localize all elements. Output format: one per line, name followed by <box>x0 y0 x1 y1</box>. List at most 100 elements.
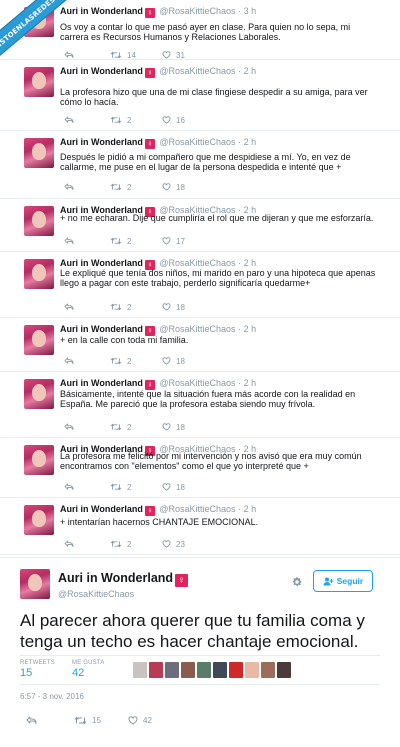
reply-icon <box>64 51 74 59</box>
retweet-button[interactable]: 2 <box>110 183 162 192</box>
avatar[interactable] <box>24 445 54 475</box>
separator-dot: · <box>238 6 242 16</box>
timestamp[interactable]: 2 h <box>244 258 257 268</box>
retweet-button[interactable]: 2 <box>110 237 162 246</box>
like-button[interactable]: 16 <box>162 116 208 125</box>
avatar[interactable] <box>24 259 54 289</box>
separator-dot: · <box>238 324 242 334</box>
display-name[interactable]: Auri in Wonderland <box>60 66 143 76</box>
handle[interactable]: @RosaKittieChaos <box>159 378 235 388</box>
timestamp[interactable]: 2 h <box>244 137 257 147</box>
like-button[interactable]: 23 <box>162 540 208 549</box>
handle[interactable]: @RosaKittieChaos <box>58 589 134 599</box>
reply-button[interactable] <box>64 423 110 431</box>
retweet-icon <box>110 116 122 124</box>
display-name[interactable]: Auri in Wonderland <box>60 378 143 388</box>
avatar[interactable] <box>24 138 54 168</box>
retweet-count: 2 <box>127 482 132 492</box>
reply-button[interactable] <box>64 51 110 59</box>
display-name[interactable]: Auri in Wonderland <box>60 6 143 16</box>
like-button[interactable]: 18 <box>162 357 208 366</box>
thread-tweet[interactable]: Auri in Wonderland ♀ @RosaKittieChaos · 2… <box>0 438 400 498</box>
like-button[interactable]: 42 <box>128 716 152 725</box>
liker-avatar[interactable] <box>213 662 227 678</box>
liker-avatar[interactable] <box>181 662 195 678</box>
liker-avatar[interactable] <box>261 662 275 678</box>
handle[interactable]: @RosaKittieChaos <box>159 66 235 76</box>
display-name[interactable]: Auri in Wonderland <box>60 504 143 514</box>
reply-button[interactable] <box>64 183 110 191</box>
retweet-button[interactable]: 15 <box>74 716 128 725</box>
timestamp[interactable]: 2 h <box>244 504 257 514</box>
avatar[interactable] <box>24 67 54 97</box>
like-button[interactable]: 17 <box>162 237 208 246</box>
avatar[interactable] <box>24 505 54 535</box>
avatar[interactable] <box>20 569 50 599</box>
liker-avatar[interactable] <box>229 662 243 678</box>
tweet-date[interactable]: 6:57 - 3 nov. 2016 <box>20 692 84 701</box>
like-button[interactable]: 18 <box>162 303 208 312</box>
focused-tweet: Auri in Wonderland ♀ @RosaKittieChaos Seg… <box>0 557 400 747</box>
thread-tweet[interactable]: Auri in Wonderland ♀ @RosaKittieChaos · 3… <box>0 0 400 60</box>
handle[interactable]: @RosaKittieChaos <box>159 258 235 268</box>
thread-tweet[interactable]: Auri in Wonderland ♀ @RosaKittieChaos · 2… <box>0 60 400 131</box>
tweet-actions: 2 18 <box>64 481 208 493</box>
avatar[interactable] <box>24 206 54 236</box>
reply-button[interactable] <box>64 303 110 311</box>
thread-tweet[interactable]: Auri in Wonderland ♀ @RosaKittieChaos · 2… <box>0 252 400 318</box>
follow-button[interactable]: Seguir <box>313 570 373 592</box>
timestamp[interactable]: 3 h <box>244 6 257 16</box>
display-name[interactable]: Auri in Wonderland <box>60 324 143 334</box>
avatar[interactable] <box>24 325 54 355</box>
thread-tweet[interactable]: Auri in Wonderland ♀ @RosaKittieChaos · 2… <box>0 131 400 199</box>
retweet-count: 2 <box>127 356 132 366</box>
timestamp[interactable]: 2 h <box>244 324 257 334</box>
timestamp[interactable]: 2 h <box>244 378 257 388</box>
thread-tweet[interactable]: Auri in Wonderland ♀ @RosaKittieChaos · 2… <box>0 318 400 372</box>
retweet-icon <box>110 483 122 491</box>
reply-button[interactable] <box>64 357 110 365</box>
handle[interactable]: @RosaKittieChaos <box>159 6 235 16</box>
tweet-actions: 2 18 <box>64 355 208 367</box>
liker-avatar[interactable] <box>133 662 147 678</box>
like-button[interactable]: 31 <box>162 51 208 60</box>
liker-avatar[interactable] <box>245 662 259 678</box>
retweet-button[interactable]: 2 <box>110 303 162 312</box>
female-sign-badge: ♀ <box>144 139 155 149</box>
like-button[interactable]: 18 <box>162 423 208 432</box>
retweet-button[interactable]: 2 <box>110 423 162 432</box>
retweet-button[interactable]: 2 <box>110 357 162 366</box>
liker-avatar[interactable] <box>197 662 211 678</box>
gear-icon[interactable] <box>291 575 303 593</box>
reply-icon <box>64 237 74 245</box>
retweet-button[interactable]: 2 <box>110 116 162 125</box>
retweets-stat[interactable]: RETWEETS 15 <box>20 660 55 679</box>
liker-avatar[interactable] <box>165 662 179 678</box>
avatar[interactable] <box>24 379 54 409</box>
thread-tweet[interactable]: Auri in Wonderland ♀ @RosaKittieChaos · 2… <box>0 372 400 438</box>
reply-button[interactable] <box>26 716 74 725</box>
reply-button[interactable] <box>64 483 110 491</box>
retweet-button[interactable]: 14 <box>110 51 162 60</box>
retweet-button[interactable]: 2 <box>110 483 162 492</box>
display-name[interactable]: Auri in Wonderland ♀ <box>58 571 189 587</box>
retweet-button[interactable]: 2 <box>110 540 162 549</box>
liker-avatar[interactable] <box>277 662 291 678</box>
reply-button[interactable] <box>64 116 110 124</box>
display-name[interactable]: Auri in Wonderland <box>60 137 143 147</box>
display-name-text[interactable]: Auri in Wonderland <box>58 571 173 585</box>
reply-button[interactable] <box>64 237 110 245</box>
thread-tweet[interactable]: Auri in Wonderland ♀ @RosaKittieChaos · 2… <box>0 498 400 555</box>
reply-button[interactable] <box>64 540 110 548</box>
thread-tweet[interactable]: Auri in Wonderland ♀ @RosaKittieChaos · 2… <box>0 199 400 252</box>
handle[interactable]: @RosaKittieChaos <box>159 137 235 147</box>
like-button[interactable]: 18 <box>162 483 208 492</box>
follow-user-icon <box>323 577 334 585</box>
timestamp[interactable]: 2 h <box>244 66 257 76</box>
display-name[interactable]: Auri in Wonderland <box>60 258 143 268</box>
likes-stat[interactable]: ME GUSTA 42 <box>72 660 105 679</box>
like-button[interactable]: 18 <box>162 183 208 192</box>
liker-avatar[interactable] <box>149 662 163 678</box>
handle[interactable]: @RosaKittieChaos <box>159 324 235 334</box>
handle[interactable]: @RosaKittieChaos <box>159 504 235 514</box>
